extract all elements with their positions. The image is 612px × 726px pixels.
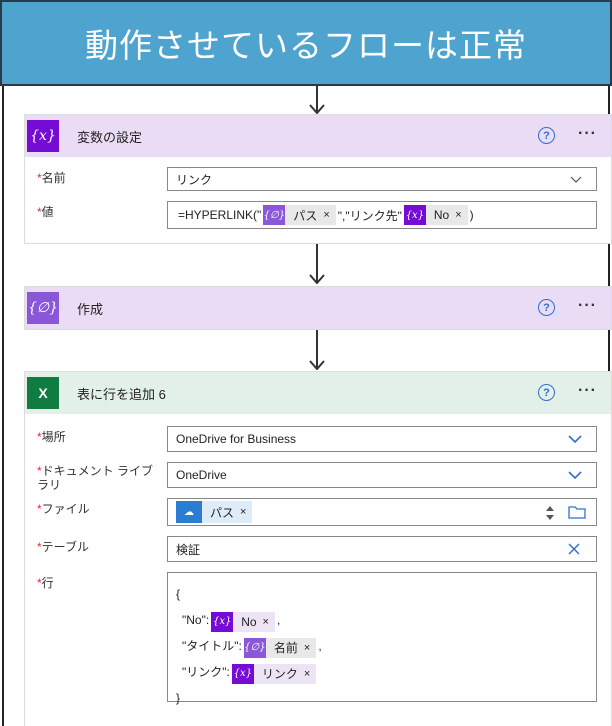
spinner-icon[interactable] — [544, 503, 556, 523]
dynamic-token[interactable]: ☁ パス × — [176, 501, 253, 523]
variable-icon: {x} — [27, 120, 59, 152]
flow-arrow — [307, 330, 327, 372]
onedrive-icon: ☁ — [176, 501, 202, 523]
flow-canvas: {x} 変数の設定 ? ··· *名前 リンク *値 =HYPERLINK(" … — [2, 86, 612, 726]
dynamic-token[interactable]: {∅} パス × — [263, 205, 336, 225]
value-text: ","リンク先" — [337, 208, 402, 223]
value-row: *値 =HYPERLINK(" {∅} パス × ","リンク先" {x} No × ) — [25, 201, 611, 233]
chevron-down-icon — [568, 435, 582, 444]
help-icon[interactable]: ? — [538, 127, 555, 144]
flow-arrow — [307, 244, 327, 286]
value-field[interactable]: =HYPERLINK(" {∅} パス × ","リンク先" {x} No × ) — [167, 201, 597, 229]
value-text: =HYPERLINK(" — [178, 208, 262, 222]
location-label: *場所 — [37, 430, 66, 444]
more-options-icon[interactable]: ··· — [578, 125, 597, 143]
expression-icon: {∅} — [27, 292, 59, 324]
expression-icon: {∅} — [243, 638, 266, 658]
name-label: *名前 — [37, 171, 66, 185]
library-dropdown[interactable]: OneDrive — [167, 462, 597, 488]
close-icon[interactable]: × — [263, 609, 275, 635]
card-title: 作成 — [77, 301, 104, 317]
close-icon[interactable]: × — [240, 506, 252, 518]
name-row: *名前 リンク — [25, 167, 611, 195]
banner-title: 動作させているフローは正常 — [0, 0, 612, 86]
library-label: *ドキュメント ライブ ラリ — [37, 464, 154, 492]
expression-icon: {∅} — [263, 205, 286, 225]
help-icon[interactable]: ? — [538, 384, 555, 401]
clear-icon[interactable] — [568, 543, 580, 555]
json-line: "タイトル": {∅} 名前 ×, — [176, 633, 596, 659]
table-field[interactable]: 検証 — [167, 536, 597, 562]
library-value: OneDrive — [176, 468, 227, 482]
more-options-icon[interactable]: ··· — [578, 297, 597, 315]
close-icon[interactable]: × — [304, 635, 316, 661]
json-line: "リンク": {x} リンク × — [176, 659, 596, 685]
compose-card: {∅} 作成 ? ··· — [24, 286, 612, 330]
set-variable-card: {x} 変数の設定 ? ··· *名前 リンク *値 =HYPERLINK(" … — [24, 114, 612, 244]
table-value: 検証 — [176, 542, 201, 557]
dynamic-token[interactable]: {x} No × — [403, 205, 468, 225]
card-title: 表に行を追加 6 — [77, 386, 166, 402]
variable-icon: {x} — [211, 612, 234, 632]
compose-header[interactable]: {∅} 作成 ? ··· — [25, 287, 611, 329]
flow-arrow — [307, 86, 327, 114]
location-dropdown[interactable]: OneDrive for Business — [167, 426, 597, 452]
help-icon[interactable]: ? — [538, 299, 555, 316]
folder-icon[interactable] — [568, 505, 586, 519]
json-brace: } — [176, 691, 181, 705]
close-icon[interactable]: × — [455, 209, 467, 221]
variable-icon: {x} — [403, 205, 426, 225]
file-label: *ファイル — [37, 502, 90, 516]
dynamic-token[interactable]: {∅} 名前 × — [243, 635, 317, 661]
table-label: *テーブル — [37, 540, 89, 554]
location-value: OneDrive for Business — [176, 432, 297, 446]
value-label: *値 — [37, 205, 54, 219]
more-options-icon[interactable]: ··· — [578, 382, 597, 400]
set-variable-header[interactable]: {x} 変数の設定 ? ··· — [25, 115, 611, 157]
close-icon[interactable]: × — [323, 209, 335, 221]
close-icon[interactable]: × — [304, 661, 316, 687]
chevron-down-icon — [568, 471, 582, 480]
row-label: *行 — [37, 576, 54, 590]
json-brace: { — [176, 587, 181, 601]
chevron-down-icon — [570, 176, 582, 183]
dynamic-token[interactable]: {x} No × — [211, 612, 275, 632]
name-value: リンク — [176, 172, 213, 187]
add-row-header[interactable]: X 表に行を追加 6 ? ··· — [25, 372, 611, 414]
excel-icon: X — [27, 377, 59, 409]
row-json-editor[interactable]: { "No": {x} No ×, "タイトル": {∅} 名前 ×, "リンク": {x} リ… — [167, 572, 597, 705]
file-field[interactable]: ☁ パス × — [167, 498, 597, 526]
card-title: 変数の設定 — [77, 129, 143, 145]
value-text: ) — [469, 208, 474, 222]
add-row-card: X 表に行を追加 6 ? ··· *場所 OneDrive for Busine… — [24, 371, 612, 726]
variable-icon: {x} — [231, 664, 254, 684]
json-line: "No": {x} No ×, — [176, 607, 596, 633]
name-dropdown[interactable]: リンク — [167, 167, 597, 191]
dynamic-token[interactable]: {x} リンク × — [231, 661, 317, 687]
